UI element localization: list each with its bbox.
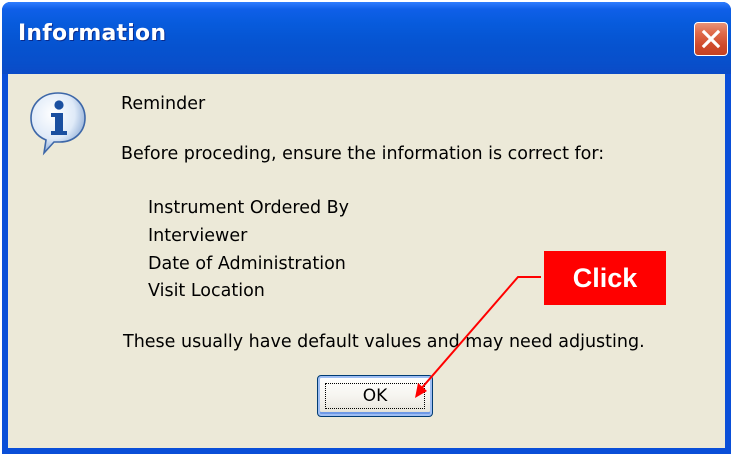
title-bar[interactable]: Information <box>2 2 731 74</box>
list-item: Instrument Ordered By <box>148 198 349 218</box>
dialog-heading: Reminder <box>121 94 206 114</box>
list-item: Interviewer <box>148 226 248 246</box>
dialog-window: Information Reminder Before proceding, e… <box>2 2 731 454</box>
close-button[interactable] <box>694 22 728 56</box>
ok-button[interactable]: OK <box>317 375 433 417</box>
ok-button-label: OK <box>362 386 388 406</box>
info-icon <box>30 92 86 156</box>
dialog-intro-text: Before proceding, ensure the information… <box>121 144 605 164</box>
click-callout: Click <box>544 251 666 305</box>
list-item: Date of Administration <box>148 254 346 274</box>
list-item: Visit Location <box>148 281 265 301</box>
dialog-note-text: These usually have default values and ma… <box>123 332 645 352</box>
close-icon <box>701 29 721 49</box>
window-title: Information <box>18 21 167 46</box>
